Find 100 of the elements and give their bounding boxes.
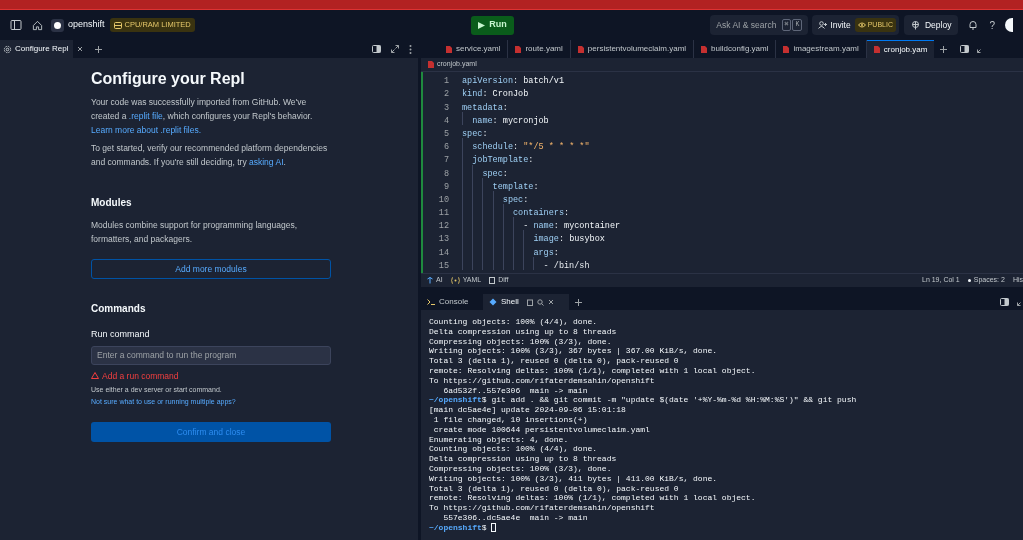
- link[interactable]: .replit file: [128, 111, 163, 121]
- add-modules-button[interactable]: Add more modules: [91, 259, 331, 279]
- line-number: 5: [442, 127, 449, 141]
- repl-name[interactable]: openshift: [68, 18, 105, 32]
- line-number: 12: [437, 220, 449, 234]
- line-number: 9: [442, 180, 449, 194]
- split-pane-icon[interactable]: [372, 45, 381, 53]
- pane-title: Configure your Repl: [91, 69, 246, 89]
- code-line: spec:: [462, 167, 508, 181]
- terminal-line: 1 file changed, 10 insertions(+): [432, 414, 588, 425]
- paragraph: To get started, verify our recommended platform dependencies and commands. If you're still deciding, try asking AI.: [91, 142, 329, 169]
- split-pane-icon[interactable]: [1000, 298, 1009, 306]
- section-description: Modules combine support for programming languages, formatters, and packagers.: [91, 219, 298, 246]
- pane-tab[interactable]: Shell: [483, 294, 569, 310]
- line-number: 4: [442, 114, 449, 128]
- run-button[interactable]: Run: [471, 15, 514, 35]
- yaml-file-icon: [873, 46, 880, 53]
- line-number: 14: [437, 246, 449, 260]
- add-tab-icon[interactable]: [95, 45, 103, 53]
- yaml-file-icon: [577, 45, 584, 53]
- more-icon[interactable]: [409, 44, 412, 54]
- terminal-line: 557e306..dc5ae4e main -> main: [442, 512, 588, 523]
- code-line: metadata:: [462, 101, 508, 115]
- diamond-icon: [489, 298, 497, 306]
- file-tab[interactable]: cronjob.yam: [866, 40, 935, 58]
- line-number: 7: [442, 154, 449, 168]
- terminal-line: Total 3 (delta 1), reused 0 (delta 0), pack-reused 0: [429, 483, 679, 494]
- line-number: 2: [442, 88, 449, 102]
- invite-button[interactable]: Invite: [818, 18, 851, 32]
- line-number: 8: [442, 167, 449, 181]
- code-line: - /bin/sh: [462, 259, 590, 273]
- ai-icon: [427, 277, 433, 284]
- terminal-line: [main dc5ae4e] update 2024-09-06 15:01:18: [429, 405, 626, 415]
- yaml-file-icon: [515, 45, 522, 53]
- code-line: containers:: [462, 207, 570, 220]
- code-line: - name: mycontainer: [462, 220, 621, 234]
- eye-icon: [857, 22, 866, 28]
- search-icon[interactable]: [536, 298, 544, 306]
- terminal-line: Compressing objects: 100% (3/3), done.: [429, 463, 612, 474]
- section-heading: Modules: [91, 196, 133, 210]
- diff-icon: [489, 277, 496, 284]
- terminal-line: To https://github.com/rifaterdemsahin/openshift: [429, 503, 655, 513]
- chip-icon: [113, 21, 122, 29]
- error-message: Add a run command: [102, 369, 179, 383]
- code-line: apiVersion: batch/v1: [462, 75, 565, 88]
- help-button[interactable]: ?: [989, 17, 995, 33]
- close-icon[interactable]: [77, 46, 84, 52]
- line-number: 3: [442, 101, 449, 115]
- terminal-icon: [427, 299, 435, 305]
- terminal-line: $: [481, 522, 488, 533]
- paragraph: Your code was successfully imported from GitHub. We've created a .replit file, which configures your Repl's behavior. Learn more about .replit files.: [91, 96, 314, 137]
- warning-icon: [91, 372, 99, 380]
- terminal-line: $ git add . && git commit -m "update $(date '+%Y-%m-%d %H:%M:%S')" && git push: [481, 395, 857, 406]
- terminal-line: Enumerating objects: 4, done.: [429, 434, 569, 445]
- code-line: image: busybox: [462, 233, 605, 247]
- user-avatar[interactable]: [1005, 18, 1013, 32]
- terminal-line: remote: Resolving deltas: 100% (1/1), completed with 1 local object.: [429, 493, 756, 504]
- terminal-line: 6ad532f..557e306 main -> main: [442, 385, 588, 396]
- line-number: 13: [437, 233, 449, 247]
- add-tab-icon[interactable]: [575, 298, 582, 306]
- sidebar-toggle-icon[interactable]: [10, 19, 22, 31]
- globe-icon: [911, 20, 920, 30]
- yaml-file-icon: [446, 45, 452, 53]
- code-line: name: mycronjob: [462, 114, 549, 128]
- terminal-line: Writing objects: 100% (3/3), 367 bytes | 367.00 KiB/s, done.: [429, 346, 718, 357]
- pane-tab[interactable]: Console: [421, 294, 483, 310]
- expand-icon[interactable]: [391, 45, 399, 53]
- clear-icon[interactable]: [526, 298, 533, 306]
- terminal-line: Writing objects: 100% (3/3), 411 bytes | 411.00 KiB/s, done.: [429, 473, 718, 484]
- yaml-file-icon: [701, 45, 708, 53]
- code-line: spec:: [462, 193, 529, 207]
- link[interactable]: Learn more about .replit files.: [91, 125, 202, 135]
- split-pane-icon[interactable]: [960, 45, 970, 53]
- terminal-line: Delta compression using up to 8 threads: [429, 326, 617, 337]
- terminal-line: Counting objects: 100% (4/4), done.: [429, 444, 598, 455]
- terminal-line: Compressing objects: 100% (3/3), done.: [429, 336, 612, 347]
- close-icon[interactable]: [547, 299, 554, 305]
- pane-tab[interactable]: Configure Repl: [0, 40, 74, 58]
- line-number: 6: [442, 141, 449, 154]
- code-line: jobTemplate:: [462, 154, 534, 168]
- repl-avatar[interactable]: [51, 18, 64, 32]
- terminal-line: Total 3 (delta 1), reused 0 (delta 0), pack-reused 0: [429, 356, 679, 366]
- terminal-line: create mode 100644 persistentvolumeclaim.yaml: [432, 424, 650, 435]
- terminal-line: Counting objects: 100% (4/4), done.: [429, 317, 598, 327]
- terminal-line: To https://github.com/rifaterdemsahin/openshift: [429, 375, 655, 386]
- gear-icon: [3, 44, 12, 54]
- add-tab-icon[interactable]: [940, 45, 948, 53]
- code-line: template:: [462, 180, 539, 194]
- yaml-file-icon: [783, 45, 790, 53]
- terminal-line: remote: Resolving deltas: 100% (1/1), completed with 1 local object.: [429, 366, 756, 376]
- home-icon[interactable]: [32, 19, 43, 31]
- deploy-button[interactable]: Deploy: [904, 15, 959, 35]
- yaml-file-icon: [428, 61, 434, 68]
- code-line: spec:: [462, 127, 488, 141]
- link[interactable]: asking AI: [249, 157, 284, 167]
- notifications-icon[interactable]: [968, 20, 979, 30]
- code-line: kind: CronJob: [462, 88, 529, 102]
- run-command-field[interactable]: Enter a command to run the program: [91, 345, 331, 365]
- field-label: Run command: [91, 328, 151, 341]
- terminal-line: Delta compression using up to 8 threads: [429, 454, 617, 464]
